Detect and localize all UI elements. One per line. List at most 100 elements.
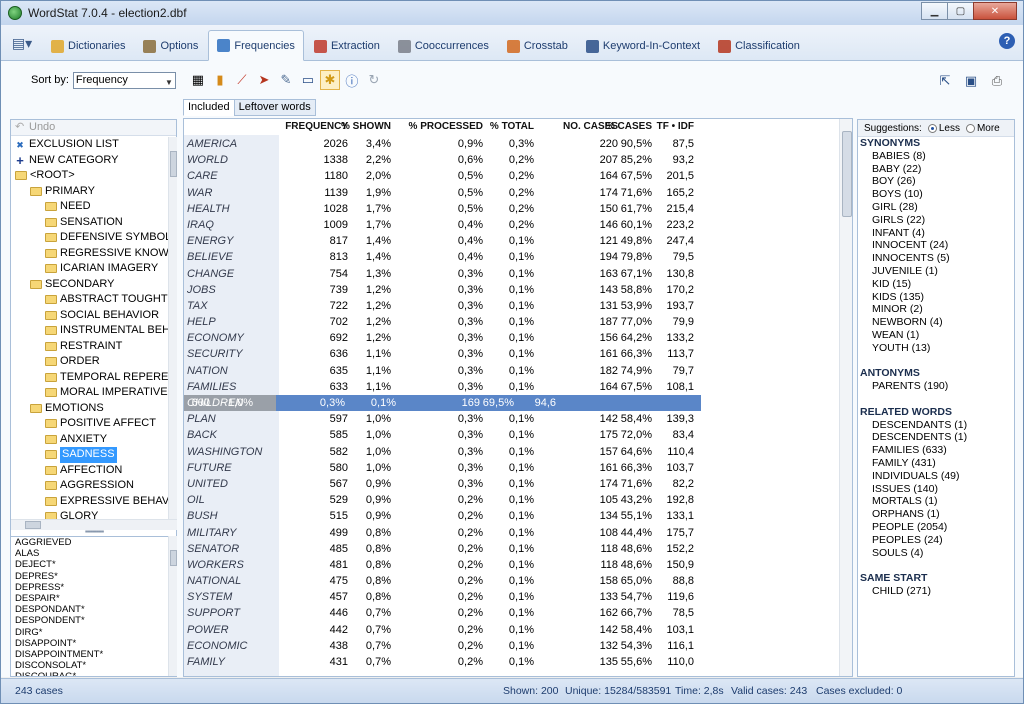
tree-node[interactable]: MORAL IMPERATIVE (11, 385, 168, 401)
table-row[interactable]: ECONOMIC 438 0,7% 0,2% 0,1% 132 54,3% 116,1 (184, 638, 839, 654)
suggestion-item[interactable]: GIRL (28) (860, 201, 1014, 214)
list-item[interactable]: DESPAIR* (15, 593, 168, 604)
tree-node[interactable]: ANXIETY (11, 432, 168, 448)
suggestion-item[interactable]: GIRLS (22) (860, 214, 1014, 227)
suggestion-item[interactable]: ISSUES (140) (860, 483, 1014, 496)
table-row[interactable]: ENERGY 817 1,4% 0,4% 0,1% 121 49,8% 247,4 (184, 233, 839, 249)
tab-extraction[interactable]: Extraction (306, 32, 388, 60)
suggestion-item[interactable]: SOULS (4) (860, 547, 1014, 560)
tab-cooccurrences[interactable]: Cooccurrences (390, 32, 497, 60)
tree-node[interactable]: REGRESSIVE KNOWLEI (11, 246, 168, 262)
column-header[interactable]: % TOTAL (490, 121, 534, 132)
tab-dictionaries[interactable]: Dictionaries (43, 32, 133, 60)
radio-more[interactable] (965, 123, 975, 133)
tab-keyword-in-context[interactable]: Keyword-In-Context (578, 32, 708, 60)
table-row[interactable]: AMERICA 2026 3,4% 0,9% 0,3% 220 90,5% 87,5 (184, 136, 839, 152)
suggestion-item[interactable]: NEWBORN (4) (860, 316, 1014, 329)
print-icon[interactable]: ⎙ (987, 71, 1007, 91)
table-row[interactable]: ECONOMY 692 1,2% 0,3% 0,1% 156 64,2% 133,2 (184, 330, 839, 346)
tree-node[interactable]: POSITIVE AFFECT (11, 416, 168, 432)
radio-less[interactable] (927, 123, 937, 133)
help-icon[interactable]: ? (999, 33, 1015, 49)
suggestion-item[interactable]: PARENTS (190) (860, 380, 1014, 393)
list-item[interactable]: AGGRIEVED (15, 537, 168, 548)
suggestion-item[interactable]: INNOCENT (24) (860, 239, 1014, 252)
suggestion-item[interactable]: WEAN (1) (860, 329, 1014, 342)
suggestion-item[interactable]: CHILD (271) (860, 585, 1014, 598)
list-item[interactable]: DEPRES* (15, 571, 168, 582)
column-header[interactable]: TF • IDF (657, 121, 694, 132)
table-row[interactable]: MILITARY 499 0,8% 0,2% 0,1% 108 44,4% 175,7 (184, 525, 839, 541)
column-header[interactable]: % PROCESSED (409, 121, 483, 132)
table-vertical-scrollbar[interactable] (839, 119, 852, 676)
refresh-icon[interactable]: ↻ (364, 70, 384, 90)
tree-node[interactable]: AFFECTION (11, 463, 168, 479)
tree-node[interactable]: ICARIAN IMAGERY (11, 261, 168, 277)
tab-classification[interactable]: Classification (710, 32, 808, 60)
table-row[interactable]: BUSH 515 0,9% 0,2% 0,1% 134 55,1% 133,1 (184, 508, 839, 524)
tree-vertical-scrollbar[interactable] (168, 137, 177, 519)
list-item[interactable]: ALAS (15, 548, 168, 559)
suggestion-item[interactable]: ORPHANS (1) (860, 508, 1014, 521)
table-row[interactable]: CHANGE 754 1,3% 0,3% 0,1% 163 67,1% 130,8 (184, 266, 839, 282)
tree-node[interactable]: RESTRAINT (11, 339, 168, 355)
table-row[interactable]: NATION 635 1,1% 0,3% 0,1% 182 74,9% 79,7 (184, 363, 839, 379)
tree-node[interactable]: SENSATION (11, 215, 168, 231)
list-item[interactable]: DISAPPOINTMENT* (15, 649, 168, 660)
table-row[interactable]: HELP 702 1,2% 0,3% 0,1% 187 77,0% 79,9 (184, 314, 839, 330)
table-row[interactable]: CARE 1180 2,0% 0,5% 0,2% 164 67,5% 201,5 (184, 168, 839, 184)
tab-crosstab[interactable]: Crosstab (499, 32, 576, 60)
list-item[interactable]: DEPRESS* (15, 582, 168, 593)
column-header[interactable]: FREQUENCY (285, 121, 348, 132)
info-icon[interactable]: ⓘ (342, 70, 362, 90)
list-item[interactable]: DISAPPOINT* (15, 638, 168, 649)
list-item[interactable]: DISCONSOLAT* (15, 660, 168, 671)
tree-node[interactable]: INSTRUMENTAL BEHA\ (11, 323, 168, 339)
minimize-button[interactable]: ▁ (921, 2, 948, 20)
list-item[interactable]: DEJECT* (15, 559, 168, 570)
export-arrow-icon[interactable]: ➤ (254, 70, 274, 90)
table-row[interactable]: HEALTH 1028 1,7% 0,5% 0,2% 150 61,7% 215,4 (184, 201, 839, 217)
table-row[interactable]: NATIONAL 475 0,8% 0,2% 0,1% 158 65,0% 88,8 (184, 573, 839, 589)
tree-node[interactable]: SOCIAL BEHAVIOR (11, 308, 168, 324)
table-row[interactable]: UNITED 567 0,9% 0,3% 0,1% 174 71,6% 82,2 (184, 476, 839, 492)
table-row[interactable]: POWER 442 0,7% 0,2% 0,1% 142 58,4% 103,1 (184, 622, 839, 638)
suggestion-item[interactable]: MINOR (2) (860, 303, 1014, 316)
tab-options[interactable]: Options (135, 32, 206, 60)
suggestion-item[interactable]: BABY (22) (860, 163, 1014, 176)
table-row[interactable]: FAMILY 431 0,7% 0,2% 0,1% 135 55,6% 110,0 (184, 654, 839, 670)
line-chart-icon[interactable]: ⟋ (232, 70, 252, 90)
table-row[interactable]: TAX 722 1,2% 0,3% 0,1% 131 53,9% 193,7 (184, 298, 839, 314)
tree-node[interactable]: ORDER (11, 354, 168, 370)
tree-node[interactable]: SECONDARY (11, 277, 168, 293)
table-row[interactable]: SYSTEM 457 0,8% 0,2% 0,1% 133 54,7% 119,6 (184, 589, 839, 605)
list-item[interactable]: DISCOURAG* (15, 671, 168, 676)
window-icon[interactable]: ▭ (298, 70, 318, 90)
tree-node[interactable]: TEMPORAL REPERE (11, 370, 168, 386)
save-icon[interactable]: ▣ (961, 71, 981, 91)
document-list-icon[interactable]: ▦ (188, 70, 208, 90)
suggestion-item[interactable]: YOUTH (13) (860, 342, 1014, 355)
list-item[interactable]: DESPONDENT* (15, 615, 168, 626)
column-header[interactable]: % CASES (606, 121, 652, 132)
subtab-leftover-words[interactable]: Leftover words (233, 99, 316, 116)
tree-node[interactable]: SADNESS (11, 447, 168, 463)
table-row[interactable]: OIL 529 0,9% 0,2% 0,1% 105 43,2% 192,8 (184, 492, 839, 508)
suggestion-item[interactable]: BABIES (8) (860, 150, 1014, 163)
suggestion-item[interactable]: PEOPLE (2054) (860, 521, 1014, 534)
suggestion-item[interactable]: FAMILY (431) (860, 457, 1014, 470)
suggestion-item[interactable]: INFANT (4) (860, 227, 1014, 240)
suggestion-item[interactable]: DESCENDENTS (1) (860, 431, 1014, 444)
tree-node[interactable]: DEFENSIVE SYMBOL (11, 230, 168, 246)
suggestion-item[interactable]: INNOCENTS (5) (860, 252, 1014, 265)
radio-more-label[interactable]: More (977, 123, 1000, 134)
suggestion-item[interactable]: DESCENDANTS (1) (860, 419, 1014, 432)
table-row[interactable]: WAR 1139 1,9% 0,5% 0,2% 174 71,6% 165,2 (184, 185, 839, 201)
table-row[interactable]: SENATOR 485 0,8% 0,2% 0,1% 118 48,6% 152,2 (184, 541, 839, 557)
tree-node[interactable]: GLORY (11, 509, 168, 519)
tree-node[interactable]: NEED (11, 199, 168, 215)
tree-node[interactable]: <ROOT> (11, 168, 168, 184)
column-header[interactable]: % SHOWN (341, 121, 391, 132)
table-row[interactable]: SUPPORT 446 0,7% 0,2% 0,1% 162 66,7% 78,5 (184, 605, 839, 621)
paperclip-icon[interactable]: ✎ (276, 70, 296, 90)
